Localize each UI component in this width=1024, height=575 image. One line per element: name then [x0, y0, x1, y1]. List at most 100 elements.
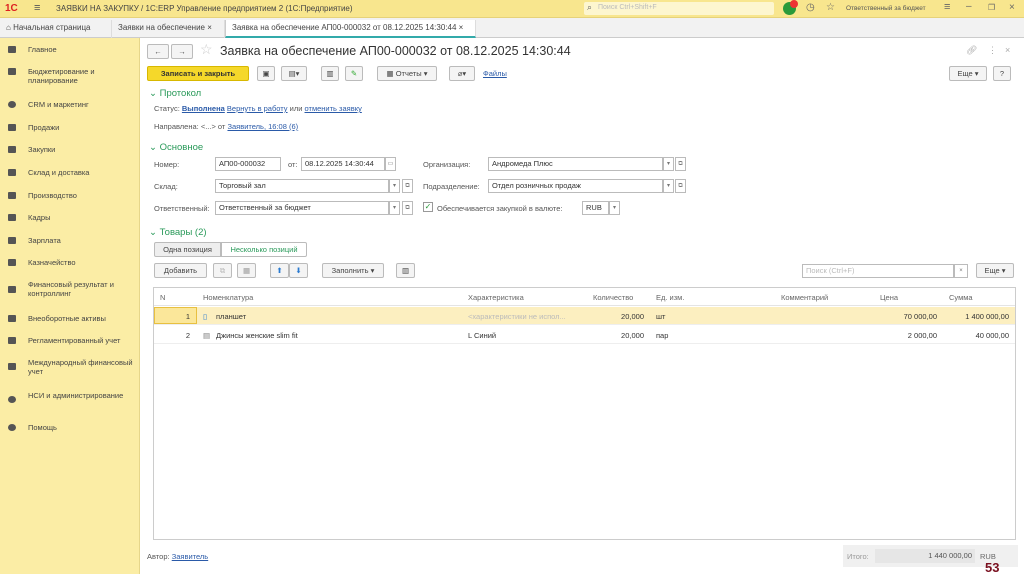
move-down-icon[interactable]: ⬇ — [289, 263, 308, 278]
column-header-quantity[interactable]: Количество — [593, 293, 633, 302]
protocol-section-header[interactable]: ⌄ Протокол — [149, 88, 201, 99]
chevron-down-icon: ⌄ — [149, 142, 160, 153]
forward-button[interactable]: → — [171, 44, 193, 59]
back-button[interactable]: ← — [147, 44, 169, 59]
organization-open-icon[interactable]: ⧉ — [675, 157, 686, 171]
document-icon[interactable]: ▥ — [321, 66, 339, 81]
mode-single-position[interactable]: Одна позиция — [154, 242, 221, 257]
minimize-icon[interactable]: – — [966, 1, 972, 12]
sidebar-item-label: Зарплата — [28, 236, 61, 245]
number-field[interactable]: АП00-000032 — [215, 157, 281, 171]
table-row[interactable]: 2 ▤ Джинсы женские slim fit L Синий 20,0… — [154, 326, 1015, 344]
organization-dropdown[interactable]: ▾ — [663, 157, 674, 171]
table-row[interactable]: 1 ▯ планшет <характеристики не испол... … — [154, 307, 1015, 325]
currency-dropdown[interactable]: ▾ — [609, 201, 620, 215]
column-header-characteristic[interactable]: Характеристика — [468, 293, 524, 302]
fill-label: Заполнить — [331, 266, 369, 275]
close-tab-icon[interactable]: × — [459, 23, 464, 32]
global-search-input[interactable]: ⌕ Поиск Ctrl+Shift+F — [584, 2, 774, 15]
currency-purchase-checkbox[interactable]: ✓ — [423, 202, 433, 212]
warehouse-field[interactable]: Торговый зал — [215, 179, 389, 193]
close-form-icon[interactable]: × — [1005, 45, 1010, 55]
responsible-field[interactable]: Ответственный за бюджет — [215, 201, 389, 215]
tab-home[interactable]: ⌂ Начальная страница — [0, 20, 112, 38]
barcode-icon[interactable]: ▥ — [396, 263, 415, 278]
save-and-close-button[interactable]: Записать и закрыть — [147, 66, 249, 81]
warehouse-dropdown[interactable]: ▾ — [389, 179, 400, 193]
save-icon[interactable]: ▣ — [257, 66, 275, 81]
status-label: Статус: — [154, 104, 180, 113]
organization-field[interactable]: Андромеда Плюс — [488, 157, 663, 171]
fill-button[interactable]: Заполнить ▾ — [322, 263, 384, 278]
report-icon: ▦ — [386, 69, 396, 78]
history-icon[interactable]: ◷ — [806, 2, 815, 13]
tab-requests-list[interactable]: Заявки на обеспечение × — [112, 20, 225, 38]
more-button[interactable]: Еще ▾ — [949, 66, 987, 81]
add-button[interactable]: Добавить — [154, 263, 207, 278]
goods-section-header[interactable]: ⌄ Товары (2) — [149, 227, 207, 238]
column-header-n[interactable]: N — [160, 293, 165, 302]
close-tab-icon[interactable]: × — [207, 23, 212, 32]
reports-button[interactable]: ▦ Отчеты ▾ — [377, 66, 437, 81]
create-based-on-icon[interactable]: ▤▾ — [281, 66, 307, 81]
table-more-button[interactable]: Еще ▾ — [976, 263, 1014, 278]
responsible-dropdown[interactable]: ▾ — [389, 201, 400, 215]
mode-multiple-positions[interactable]: Несколько позиций — [221, 242, 307, 257]
attach-button[interactable]: ⌀▾ — [449, 66, 475, 81]
notifications-badge — [790, 0, 798, 8]
restore-icon[interactable]: ❐ — [988, 3, 995, 12]
main-section-header[interactable]: ⌄ Основное — [149, 142, 203, 153]
column-header-sum[interactable]: Сумма — [949, 293, 973, 302]
settings-menu-icon[interactable]: ≡ — [944, 1, 950, 13]
close-window-icon[interactable]: × — [1009, 2, 1015, 13]
date-field[interactable]: 08.12.2025 14:30:44 — [301, 157, 385, 171]
link-icon[interactable]: 🔗︎ — [966, 45, 977, 56]
help-icon — [8, 424, 16, 431]
column-header-comment[interactable]: Комментарий — [781, 293, 828, 302]
notifications-icon[interactable] — [783, 0, 798, 15]
copy-icon[interactable]: ⧉ — [213, 263, 232, 278]
delete-icon[interactable]: ▦ — [237, 263, 256, 278]
help-button[interactable]: ? — [993, 66, 1011, 81]
cell-item: планшет — [216, 312, 247, 321]
warehouse-open-icon[interactable]: ⧉ — [402, 179, 413, 193]
responsible-label: Ответственный: — [154, 204, 210, 213]
favorite-star-icon[interactable]: ☆ — [200, 41, 213, 58]
department-open-icon[interactable]: ⧉ — [675, 179, 686, 193]
person-icon — [8, 214, 16, 221]
column-header-price[interactable]: Цена — [880, 293, 898, 302]
title-bar: 1С ≡ ЗАЯВКИ НА ЗАКУПКУ / 1С:ERP Управлен… — [0, 0, 1024, 18]
dr-cr-icon — [8, 363, 16, 370]
reports-label: Отчеты — [395, 69, 422, 78]
edit-icon[interactable]: ✎ — [345, 66, 363, 81]
menu-icon[interactable]: ≡ — [34, 2, 40, 14]
sent-by-link[interactable]: Заявитель, 16:08 (6) — [227, 122, 298, 131]
current-user[interactable]: Ответственный за бюджет — [846, 5, 926, 12]
sidebar-item-label: Кадры — [28, 213, 51, 222]
chevron-down-icon: ⌄ — [149, 227, 160, 238]
section-title: Протокол — [159, 88, 202, 99]
search-clear-icon[interactable]: × — [954, 264, 968, 278]
table-search-input[interactable]: Поиск (Ctrl+F) — [802, 264, 954, 278]
favorites-star-icon[interactable]: ☆ — [826, 2, 835, 13]
return-to-work-link[interactable]: Вернуть в работу — [227, 104, 288, 113]
column-header-unit[interactable]: Ед. изм. — [656, 293, 684, 302]
cancel-request-link[interactable]: отменить заявку — [305, 104, 362, 113]
author-link[interactable]: Заявитель — [172, 552, 209, 561]
slide-number: 53 — [985, 560, 1000, 575]
sidebar-item-label: Продажи — [28, 123, 60, 132]
date-label: от: — [288, 160, 298, 169]
currency-field[interactable]: RUB — [582, 201, 609, 215]
move-up-icon[interactable]: ⬆ — [270, 263, 289, 278]
responsible-open-icon[interactable]: ⧉ — [402, 201, 413, 215]
more-vertical-icon[interactable]: ⋮ — [988, 45, 997, 56]
status-link[interactable]: Выполнена — [182, 104, 225, 113]
search-icon: ⌕ — [587, 2, 593, 12]
column-header-item[interactable]: Номенклатура — [203, 293, 253, 302]
warehouse-icon — [8, 169, 16, 176]
department-field[interactable]: Отдел розничных продаж — [488, 179, 663, 193]
tab-request-document[interactable]: Заявка на обеспечение АП00-000032 от 08.… — [225, 20, 476, 38]
files-link[interactable]: Файлы — [483, 69, 507, 78]
calendar-icon[interactable]: ▭ — [385, 157, 396, 171]
department-dropdown[interactable]: ▾ — [663, 179, 674, 193]
